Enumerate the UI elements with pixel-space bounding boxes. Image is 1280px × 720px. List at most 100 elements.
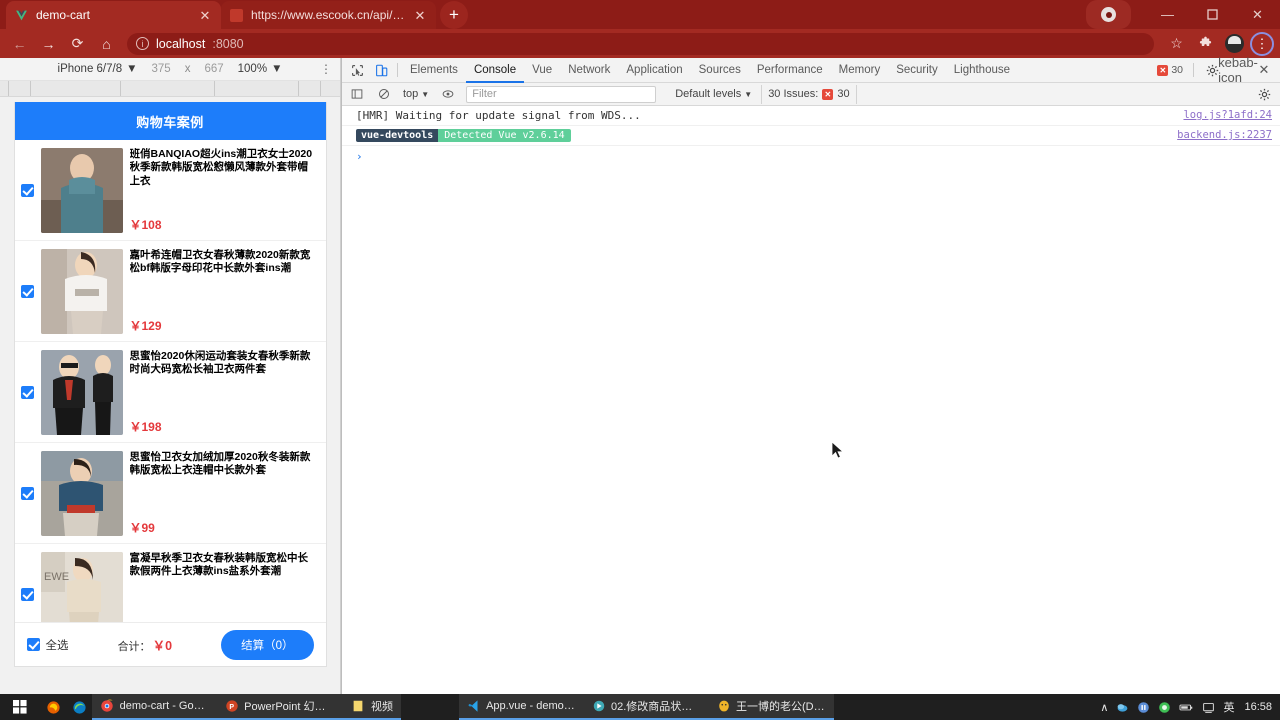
filter-input[interactable]: Filter <box>466 85 657 103</box>
issues-bar[interactable]: 30 Issues: ✕ 30 <box>761 84 857 104</box>
tray-chevron-up-icon[interactable]: ∧ <box>1100 701 1108 714</box>
extensions-puzzle-icon[interactable] <box>1192 30 1219 57</box>
zoom-select[interactable]: 100% ▼ <box>238 63 283 75</box>
select-all-checkbox[interactable] <box>26 638 40 651</box>
taskbar-item-vscode[interactable]: App.vue - demo-ca... <box>459 694 584 720</box>
edge-icon[interactable] <box>66 694 92 720</box>
avatar[interactable] <box>1225 34 1244 53</box>
console-log-line: vue-devtools Detected Vue v2.6.14 backen… <box>342 126 1280 146</box>
error-count-badge[interactable]: ✕ 30 <box>1153 63 1187 77</box>
bookmark-star-icon[interactable]: ☆ <box>1163 30 1190 57</box>
select-all-control[interactable]: 全选 <box>26 637 69 653</box>
item-name: 思蜜怡卫衣女加绒加厚2020秋冬装新款韩版宽松上衣连帽中长款外套 <box>129 450 311 477</box>
cart-item[interactable]: 思蜜怡卫衣女加绒加厚2020秋冬装新款韩版宽松上衣连帽中长款外套 ￥99 <box>14 443 326 544</box>
record-icon[interactable] <box>1158 701 1171 714</box>
windows-start-icon[interactable] <box>0 694 40 720</box>
console-context-select[interactable]: top ▼ <box>399 88 433 100</box>
cart-item[interactable]: 思蜜怡2020休闲运动套装女春秋季新款时尚大码宽松长袖卫衣两件套 ￥198 <box>14 342 326 443</box>
window-controls: — ✕ <box>1086 0 1280 29</box>
item-checkbox[interactable] <box>20 486 34 500</box>
address-bar[interactable]: i localhost:8080 <box>127 32 1154 55</box>
taskbar-item-media[interactable]: 02.修改商品状态的思... <box>584 694 709 720</box>
new-tab-button[interactable]: + <box>440 1 468 29</box>
close-icon[interactable]: ✕ <box>412 7 428 23</box>
pause-icon[interactable] <box>1137 701 1150 714</box>
item-checkbox[interactable] <box>20 587 34 601</box>
log-source-link[interactable]: backend.js:2237 <box>1177 129 1272 141</box>
tab-application[interactable]: Application <box>618 58 690 83</box>
tab-vue[interactable]: Vue <box>524 58 560 83</box>
item-name: 思蜜怡2020休闲运动套装女春秋季新款时尚大码宽松长袖卫衣两件套 <box>129 349 311 376</box>
device-toolbar-icon[interactable] <box>369 58 393 82</box>
live-expression-icon[interactable] <box>436 82 460 106</box>
cart-footer: 全选 合计： ￥0 结算（0） <box>14 622 326 666</box>
taskbar-item-demo-cart[interactable]: demo-cart - Googl... <box>92 694 217 720</box>
ime-indicator[interactable]: 英 <box>1223 699 1234 715</box>
console-output[interactable]: [HMR] Waiting for update signal from WDS… <box>342 106 1280 694</box>
browser-tab-demo-cart[interactable]: demo-cart ✕ <box>6 1 221 29</box>
device-width-input[interactable]: 375 <box>152 63 171 75</box>
item-checkbox[interactable] <box>20 284 34 298</box>
device-name: iPhone 6/7/8 <box>57 63 123 75</box>
tab-lighthouse[interactable]: Lighthouse <box>946 58 1018 83</box>
qq-icon <box>717 693 731 719</box>
item-checkbox[interactable] <box>20 385 34 399</box>
minimize-button[interactable]: — <box>1145 0 1190 29</box>
tab-elements[interactable]: Elements <box>402 58 466 83</box>
tab-memory[interactable]: Memory <box>831 58 889 83</box>
notification-icon[interactable] <box>1202 701 1215 714</box>
tab-strip: demo-cart ✕ https://www.escook.cn/api/ca… <box>0 0 1280 29</box>
profile-pill-icon[interactable] <box>1086 0 1131 29</box>
console-sidebar-icon[interactable] <box>345 82 369 106</box>
item-thumbnail <box>40 147 123 233</box>
device-more-icon[interactable]: ⋮ <box>320 62 332 76</box>
console-log-line: [HMR] Waiting for update signal from WDS… <box>342 106 1280 126</box>
close-icon[interactable]: ✕ <box>1252 58 1276 82</box>
forward-icon[interactable]: → <box>35 30 62 57</box>
site-favicon <box>229 8 244 23</box>
console-prompt[interactable]: › <box>342 146 1280 167</box>
log-source-link[interactable]: log.js?1afd:24 <box>1183 109 1272 121</box>
taskbar-item-qq[interactable]: 王一博的老公(DESKT... <box>709 694 834 720</box>
zoom-value: 100% <box>237 63 268 75</box>
total-label: 合计： <box>117 641 151 653</box>
close-icon[interactable]: ✕ <box>197 7 213 23</box>
cart-item[interactable]: 嘉叶希连帽卫衣女春秋薄款2020新款宽松bf韩版字母印花中长款外套ins潮 ￥1… <box>14 241 326 342</box>
tab-console[interactable]: Console <box>466 58 524 83</box>
browser-tab-escook[interactable]: https://www.escook.cn/api/ca ✕ <box>221 1 436 29</box>
item-checkbox[interactable] <box>20 183 34 197</box>
back-icon[interactable]: ← <box>6 30 33 57</box>
item-thumbnail <box>40 450 123 536</box>
device-stage: 购物车案例 班俏BANQIAO超火ins潮卫衣女士2020秋季新款韩版宽松憌懒风… <box>0 97 340 694</box>
kebab-icon[interactable]: kebab-icon <box>1218 55 1258 85</box>
cloud-icon[interactable] <box>1116 701 1129 714</box>
device-select[interactable]: iPhone 6/7/8 ▼ <box>58 63 138 75</box>
context-value: top <box>403 88 419 100</box>
battery-icon[interactable] <box>1179 701 1194 714</box>
error-icon: ✕ <box>822 88 834 100</box>
device-height-input[interactable]: 667 <box>204 63 223 75</box>
clear-console-icon[interactable] <box>372 82 396 106</box>
taskbar-item-powerpoint[interactable]: P PowerPoint 幻灯片... <box>217 694 342 720</box>
gear-icon[interactable] <box>1252 82 1276 106</box>
log-levels-select[interactable]: Default levels ▼ <box>675 88 758 100</box>
checkout-button[interactable]: 结算（0） <box>221 629 314 660</box>
tab-performance[interactable]: Performance <box>749 58 831 83</box>
reload-icon[interactable]: ⟳ <box>64 30 91 57</box>
taskbar-item-video-folder[interactable]: 视频 <box>342 694 401 720</box>
close-button[interactable]: ✕ <box>1235 0 1280 29</box>
chrome-menu-icon[interactable]: ⋮ <box>1250 31 1274 56</box>
tab-network[interactable]: Network <box>560 58 618 83</box>
clock[interactable]: 16:58 <box>1242 701 1272 713</box>
tab-sources[interactable]: Sources <box>691 58 749 83</box>
inspect-cursor-icon[interactable] <box>345 58 369 82</box>
address-host: localhost <box>156 36 206 51</box>
site-info-icon[interactable]: i <box>136 37 149 50</box>
firefox-icon[interactable] <box>40 694 66 720</box>
cart-item[interactable]: EWE 富凝早秋季卫衣女春秋装韩版宽松中长款假两件上衣薄款ins盐系外套潮 <box>14 544 326 622</box>
tab-security[interactable]: Security <box>888 58 946 83</box>
cart-item[interactable]: 班俏BANQIAO超火ins潮卫衣女士2020秋季新款韩版宽松憌懒风薄款外套带帽… <box>14 140 326 241</box>
maximize-button[interactable] <box>1190 0 1235 29</box>
home-icon[interactable]: ⌂ <box>93 30 120 57</box>
cart-item-list[interactable]: 班俏BANQIAO超火ins潮卫衣女士2020秋季新款韩版宽松憌懒风薄款外套带帽… <box>14 140 326 622</box>
